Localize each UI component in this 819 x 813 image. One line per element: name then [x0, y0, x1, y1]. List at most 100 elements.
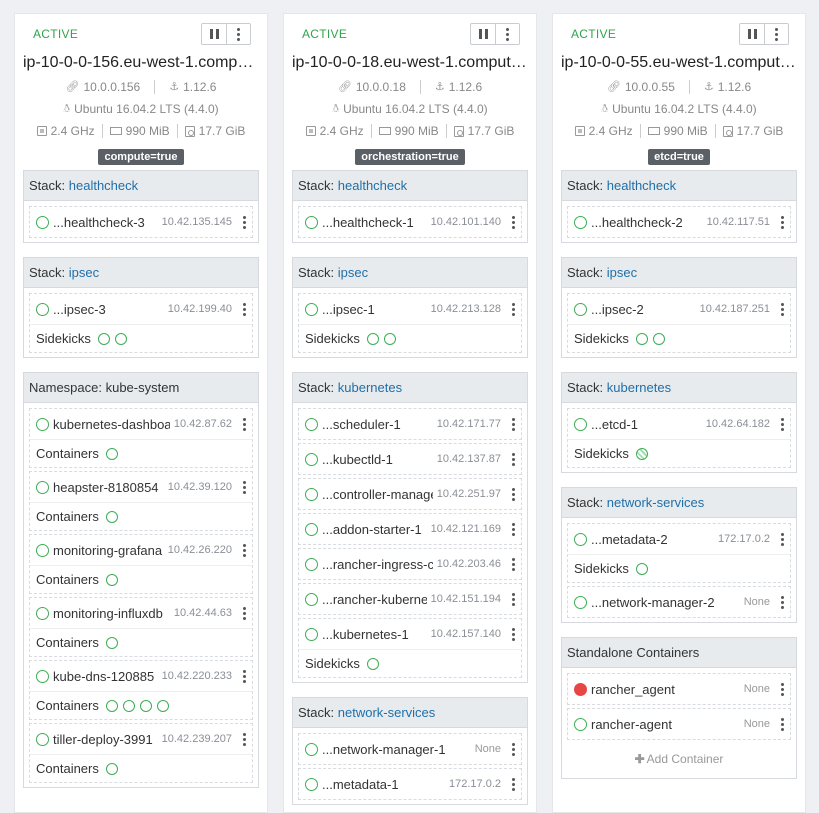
- sidekick-status-dot[interactable]: [97, 332, 110, 345]
- container-name-link[interactable]: monitoring-influxdb: [53, 606, 170, 621]
- container-name-link[interactable]: ...network-manager-1: [322, 742, 471, 757]
- kebab-menu-icon[interactable]: [781, 418, 784, 431]
- container-name-link[interactable]: ...metadata-2: [591, 532, 714, 547]
- sidekick-status-dot[interactable]: [105, 573, 118, 586]
- container-name-link[interactable]: ...controller-manager: [322, 487, 433, 502]
- kebab-menu-icon[interactable]: [512, 778, 515, 791]
- container-name-link[interactable]: ...healthcheck-3: [53, 215, 158, 230]
- stack-header: Namespace: kube-system: [24, 373, 258, 403]
- kebab-menu-icon[interactable]: [512, 593, 515, 606]
- pause-button[interactable]: [740, 24, 764, 44]
- container-name-link[interactable]: tiller-deploy-3991: [53, 732, 158, 747]
- container-name-link[interactable]: rancher_agent: [591, 682, 740, 697]
- container-name-link[interactable]: kube-dns-120885: [53, 669, 158, 684]
- sidekick-status-dot[interactable]: [366, 332, 379, 345]
- status-dot: [36, 417, 49, 431]
- sidekicks-row: Sidekicks: [568, 324, 790, 352]
- container-item: ...metadata-2 172.17.0.2 Sidekicks: [567, 523, 791, 583]
- kebab-menu-icon[interactable]: [243, 607, 246, 620]
- container-name-link[interactable]: ...addon-starter-1: [322, 522, 427, 537]
- container-name-link[interactable]: ...healthcheck-1: [322, 215, 427, 230]
- stack-name-link[interactable]: healthcheck: [338, 178, 407, 193]
- stack-name-link[interactable]: healthcheck: [69, 178, 138, 193]
- container-name-link[interactable]: ...etcd-1: [591, 417, 702, 432]
- kebab-menu-icon[interactable]: [512, 558, 515, 571]
- kebab-menu-icon[interactable]: [243, 418, 246, 431]
- stack-name-link[interactable]: kubernetes: [338, 380, 402, 395]
- sidekick-status-dot[interactable]: [105, 636, 118, 649]
- status-dot: [305, 215, 318, 229]
- host-name-link[interactable]: ip-10-0-0-55.eu-west-1.compute.internal: [561, 54, 797, 76]
- container-name-link[interactable]: ...kubectld-1: [322, 452, 433, 467]
- sidekick-status-dot[interactable]: [383, 332, 396, 345]
- sidekick-status-dot[interactable]: [366, 657, 379, 670]
- kebab-menu-icon[interactable]: [512, 303, 515, 316]
- container-name-link[interactable]: ...kubernetes-1: [322, 627, 427, 642]
- pause-button[interactable]: [471, 24, 495, 44]
- container-name-link[interactable]: ...rancher-kubernetes: [322, 592, 427, 607]
- container-name-link[interactable]: ...scheduler-1: [322, 417, 433, 432]
- container-name-link[interactable]: ...rancher-ingress-c: [322, 557, 433, 572]
- sidekick-status-dot[interactable]: [105, 510, 118, 523]
- sidekick-status-dot[interactable]: [635, 562, 648, 575]
- kebab-menu-icon[interactable]: [512, 453, 515, 466]
- sidekick-status-dot[interactable]: [122, 699, 135, 712]
- kebab-menu-icon[interactable]: [243, 303, 246, 316]
- stack-name-link[interactable]: ipsec: [607, 265, 637, 280]
- pause-button[interactable]: [202, 24, 226, 44]
- kebab-menu-icon[interactable]: [781, 596, 784, 609]
- container-ip: 10.42.87.62: [173, 418, 232, 430]
- kebab-menu-icon[interactable]: [512, 488, 515, 501]
- sidekick-status-dot[interactable]: [105, 762, 118, 775]
- stack-name-link[interactable]: ipsec: [338, 265, 368, 280]
- sidekick-status-dot[interactable]: [114, 332, 127, 345]
- kebab-menu-icon[interactable]: [781, 533, 784, 546]
- host-menu-button[interactable]: [226, 24, 250, 44]
- sidekick-status-dot[interactable]: [635, 332, 648, 345]
- sidekick-status-dot[interactable]: [156, 699, 169, 712]
- container-name-link[interactable]: kubernetes-dashboard: [53, 417, 170, 432]
- kebab-menu-icon[interactable]: [512, 743, 515, 756]
- sidekick-status-dot[interactable]: [105, 447, 118, 460]
- container-name-link[interactable]: ...network-manager-2: [591, 595, 740, 610]
- sidekicks-label: Containers: [36, 698, 99, 713]
- kebab-menu-icon[interactable]: [243, 481, 246, 494]
- host-card: ACTIVE ip-10-0-0-18.eu-west-1.compute.int…: [283, 13, 537, 813]
- container-item: rancher-agent None: [567, 708, 791, 740]
- container-name-link[interactable]: ...healthcheck-2: [591, 215, 703, 230]
- host-name-link[interactable]: ip-10-0-0-18.eu-west-1.compute.internal: [292, 54, 528, 76]
- kebab-menu-icon[interactable]: [243, 670, 246, 683]
- host-name-link[interactable]: ip-10-0-0-156.eu-west-1.compute.internal: [23, 54, 259, 76]
- host-menu-button[interactable]: [495, 24, 519, 44]
- kebab-menu-icon[interactable]: [781, 303, 784, 316]
- sidekick-status-dot[interactable]: [139, 699, 152, 712]
- kebab-menu-icon[interactable]: [512, 418, 515, 431]
- container-name-link[interactable]: rancher-agent: [591, 717, 740, 732]
- stack-name-link[interactable]: network-services: [338, 705, 436, 720]
- kebab-menu-icon[interactable]: [512, 523, 515, 536]
- kebab-menu-icon[interactable]: [243, 216, 246, 229]
- stack-name-link[interactable]: kubernetes: [607, 380, 671, 395]
- container-name-link[interactable]: ...ipsec-1: [322, 302, 427, 317]
- stack-name-link[interactable]: network-services: [607, 495, 705, 510]
- kebab-menu-icon[interactable]: [781, 683, 784, 696]
- kebab-menu-icon[interactable]: [243, 544, 246, 557]
- stack-name-link[interactable]: ipsec: [69, 265, 99, 280]
- host-menu-button[interactable]: [764, 24, 788, 44]
- container-name-link[interactable]: monitoring-grafana: [53, 543, 164, 558]
- kebab-menu-icon[interactable]: [243, 733, 246, 746]
- container-name-link[interactable]: ...ipsec-2: [591, 302, 696, 317]
- kebab-menu-icon[interactable]: [512, 628, 515, 641]
- kebab-menu-icon[interactable]: [781, 216, 784, 229]
- container-name-link[interactable]: ...metadata-1: [322, 777, 445, 792]
- kebab-menu-icon[interactable]: [781, 718, 784, 731]
- sidekick-status-dot[interactable]: [652, 332, 665, 345]
- container-name-link[interactable]: ...ipsec-3: [53, 302, 164, 317]
- kebab-menu-icon[interactable]: [512, 216, 515, 229]
- add-container-button[interactable]: ✚ Add Container: [567, 740, 791, 774]
- container-name-link[interactable]: heapster-8180854: [53, 480, 164, 495]
- linux-icon: 🐧︎: [332, 102, 340, 115]
- stack-name-link[interactable]: healthcheck: [607, 178, 676, 193]
- sidekick-status-dot[interactable]: [105, 699, 118, 712]
- sidekick-status-dot[interactable]: [635, 447, 648, 460]
